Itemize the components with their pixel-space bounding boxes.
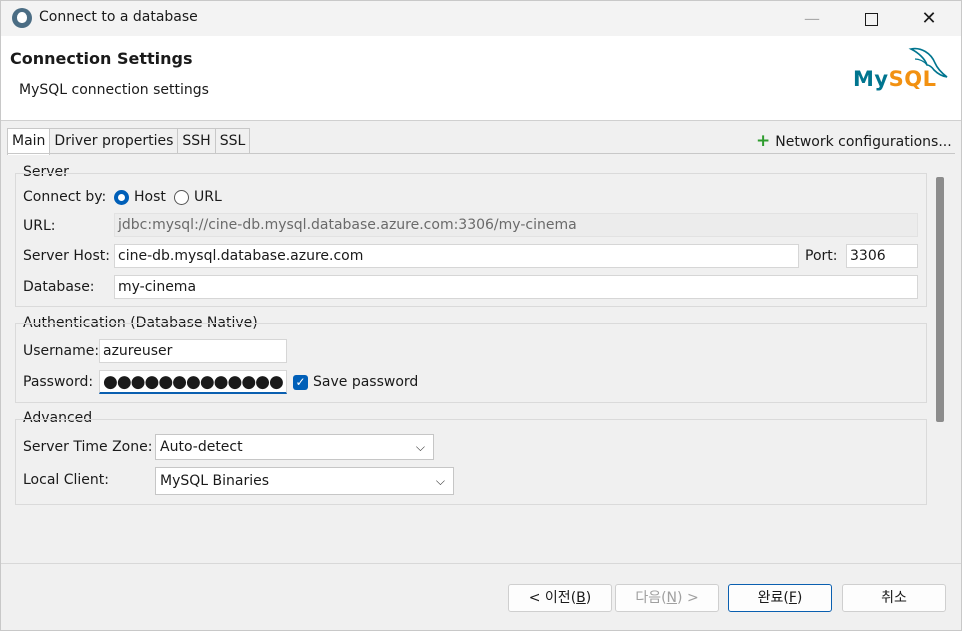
port-label: Port: [805, 248, 838, 264]
local-client-value: MySQL Binaries [160, 473, 270, 489]
finish-button[interactable]: 완료(F) [728, 584, 832, 612]
back-button[interactable]: < 이전(B) [508, 584, 612, 612]
username-input[interactable]: azureuser [99, 339, 287, 363]
next-button[interactable]: 다음(N) > [615, 584, 719, 612]
tab-main[interactable]: Main [7, 128, 51, 155]
url-field: jdbc:mysql://cine-db.mysql.database.azur… [114, 213, 918, 237]
tab-driver-properties[interactable]: Driver properties [49, 128, 179, 153]
tab-ssl[interactable]: SSL [214, 128, 251, 153]
title-bar: Connect to a database — ✕ [1, 1, 961, 36]
network-configurations-link[interactable]: + Network configurations... [756, 131, 952, 151]
connect-by-label: Connect by: [23, 189, 107, 205]
tab-bar: Main Driver properties SSH SSL [7, 128, 251, 155]
local-client-select[interactable]: MySQL Binaries ⌵ [155, 467, 454, 495]
server-host-input[interactable]: cine-db.mysql.database.azure.com [114, 244, 799, 268]
page-subtitle: MySQL connection settings [19, 82, 209, 98]
chevron-down-icon: ⌵ [415, 440, 425, 454]
database-label: Database: [23, 279, 95, 295]
host-radio-label: Host [134, 189, 166, 205]
chevron-down-icon: ⌵ [435, 474, 445, 488]
mysql-logo: MySQL [851, 43, 951, 99]
server-time-zone-value: Auto-detect [160, 439, 243, 455]
dialog-window: Connect to a database — ✕ Connection Set… [0, 0, 962, 631]
server-time-zone-select[interactable]: Auto-detect ⌵ [155, 434, 434, 460]
plus-icon: + [756, 131, 771, 151]
host-radio[interactable] [114, 190, 129, 205]
username-label: Username: [23, 343, 100, 359]
network-configurations-label: Network configurations... [775, 134, 952, 150]
save-password-label: Save password [313, 374, 419, 390]
tab-divider [7, 153, 955, 154]
password-input[interactable]: ●●●●●●●●●●●●● [99, 370, 287, 394]
window-title: Connect to a database [39, 9, 198, 25]
minimize-button[interactable]: — [784, 1, 840, 36]
server-host-label: Server Host: [23, 248, 110, 264]
close-button[interactable]: ✕ [901, 1, 957, 36]
mysql-wordmark: MySQL [853, 67, 937, 91]
database-input[interactable]: my-cinema [114, 275, 918, 299]
tab-ssh[interactable]: SSH [177, 128, 216, 153]
save-password-checkbox[interactable]: ✓ [293, 375, 308, 390]
dbeaver-app-icon [12, 8, 32, 28]
local-client-label: Local Client: [23, 472, 109, 488]
wizard-header: Connection Settings MySQL connection set… [1, 36, 961, 121]
port-input[interactable]: 3306 [846, 244, 918, 268]
url-radio[interactable] [174, 190, 189, 205]
cancel-button[interactable]: 취소 [842, 584, 946, 612]
footer-divider [1, 563, 961, 564]
advanced-group [15, 419, 927, 505]
maximize-button[interactable] [843, 1, 899, 36]
vertical-scrollbar[interactable] [936, 177, 944, 422]
url-radio-label: URL [194, 189, 222, 205]
server-time-zone-label: Server Time Zone: [23, 439, 153, 455]
maximize-icon [864, 13, 878, 26]
url-label: URL: [23, 218, 56, 234]
password-label: Password: [23, 374, 94, 390]
page-title: Connection Settings [10, 49, 193, 68]
